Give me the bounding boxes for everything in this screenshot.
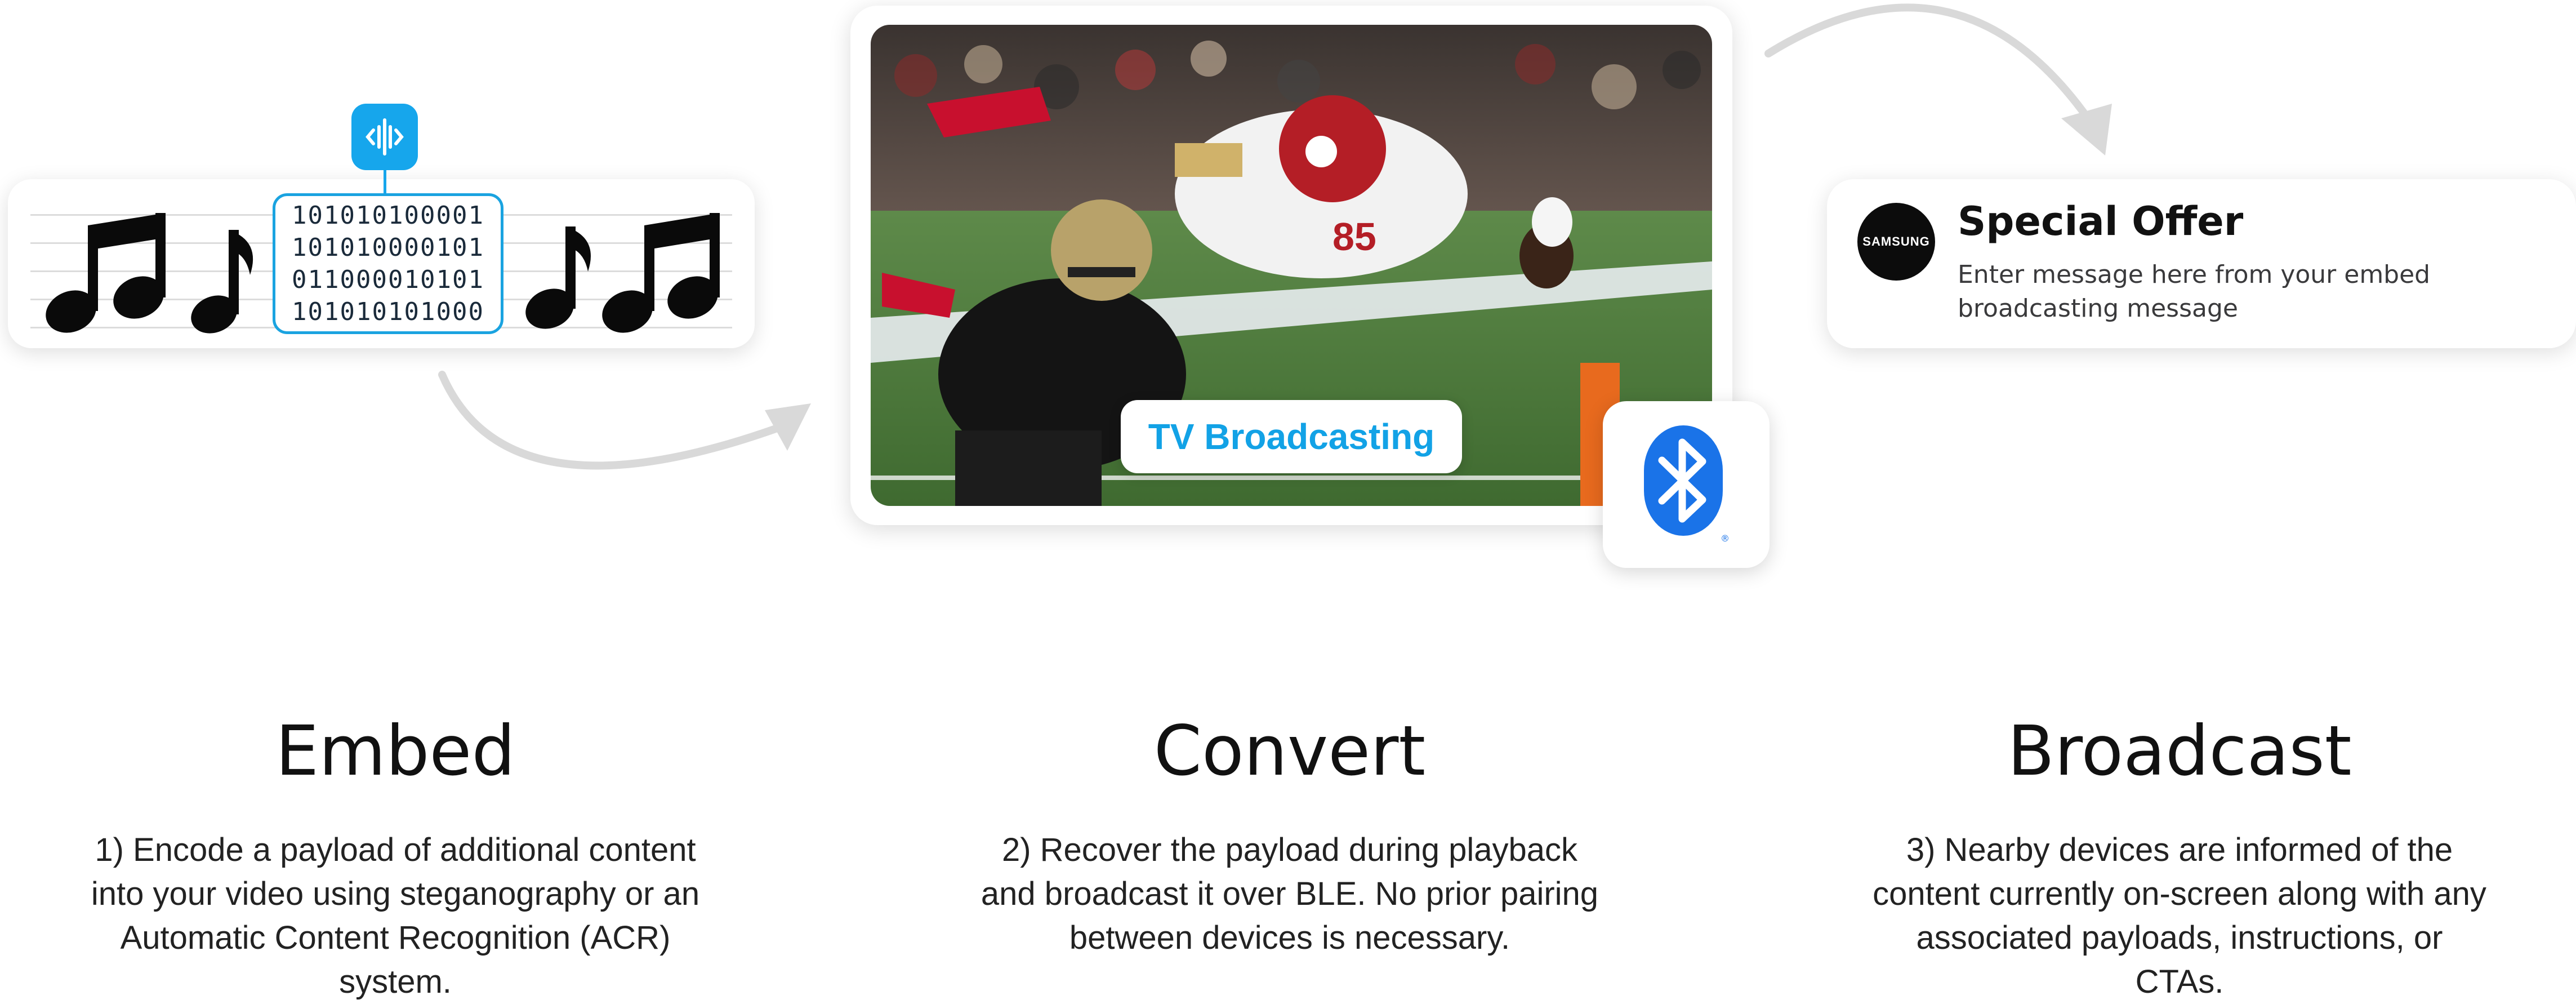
step-description-broadcast: 3) Nearby devices are informed of the co…	[1873, 832, 2486, 1000]
step-description-convert: 2) Recover the payload during playback a…	[981, 832, 1599, 956]
encoded-payload-box: 101010100001 101010000101 011000010101 1…	[273, 193, 503, 334]
music-notes-icon	[525, 213, 720, 333]
embed-audio-card: 101010100001 101010000101 011000010101 1…	[8, 179, 755, 348]
bluetooth-card: ®	[1603, 401, 1770, 568]
step-title-broadcast: Broadcast	[2007, 711, 2352, 791]
brand-logo: SAMSUNG	[1857, 203, 1935, 281]
code-line: 101010000101	[292, 233, 484, 262]
bluetooth-icon: ®	[1644, 425, 1728, 544]
step-title-convert: Convert	[1153, 711, 1426, 791]
code-line: 101010100001	[292, 201, 484, 230]
music-notes-icon	[46, 213, 253, 334]
step-description-embed: 1) Encode a payload of additional conten…	[91, 832, 700, 1000]
notification-title: Special Offer	[1958, 198, 2244, 245]
notification-body: Enter message here from your embed broad…	[1958, 260, 2431, 323]
svg-text:®: ®	[1721, 533, 1728, 544]
jersey-number: 85	[1332, 215, 1376, 259]
step-title-embed: Embed	[275, 711, 515, 791]
sound-wave-icon	[351, 104, 418, 170]
tv-broadcasting-label: TV Broadcasting	[1121, 400, 1462, 473]
code-line: 101010101000	[292, 297, 484, 326]
badge-connector	[384, 169, 386, 194]
code-line: 011000010101	[292, 265, 484, 294]
